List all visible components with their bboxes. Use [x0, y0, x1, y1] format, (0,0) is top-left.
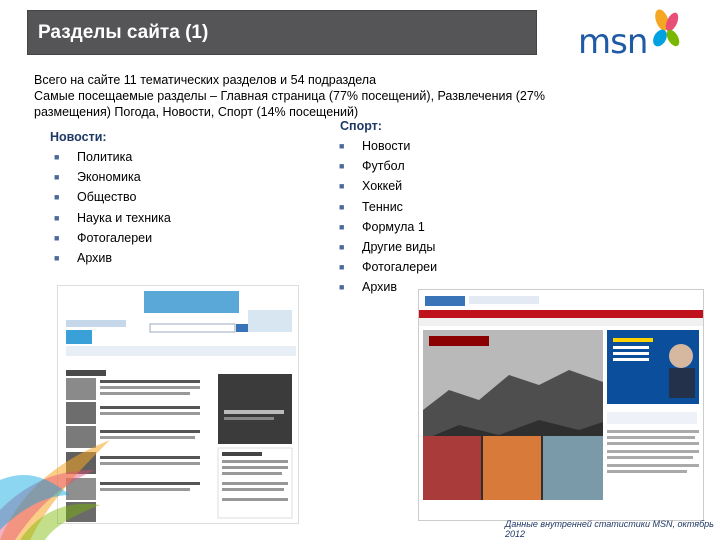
sport-item-label: Другие виды: [362, 239, 436, 254]
bullet-icon: ■: [54, 212, 60, 223]
news-item: ■ Общество: [50, 187, 171, 207]
slide-title: Разделы сайта (1): [38, 22, 209, 43]
sport-item-label: Хоккей: [362, 179, 403, 194]
sport-item: ■ Новости: [335, 136, 437, 156]
sport-item: ■ Фотогалереи: [335, 257, 437, 277]
sport-item: ■ Другие виды: [335, 237, 437, 257]
sport-item-label: Новости: [362, 139, 411, 153]
summary-line-1: Всего на сайте 11 тематических разделов …: [34, 73, 377, 87]
butterfly-icon: [653, 9, 680, 47]
msn-logo-text: msn: [578, 22, 648, 62]
bullet-icon: ■: [54, 232, 60, 243]
sport-page-screenshot: [418, 289, 704, 521]
news-item: ■ Фотогалереи: [50, 228, 171, 248]
news-item: ■ Архив: [50, 248, 171, 268]
msn-logo: msn: [578, 8, 688, 62]
news-item-label: Архив: [77, 250, 113, 265]
bullet-icon: ■: [339, 221, 345, 232]
sport-item: ■ Формула 1: [335, 217, 437, 237]
news-section-list: Новости: ■ Политика ■ Экономика ■ Общество …: [50, 130, 171, 268]
bullet-icon: ■: [54, 252, 60, 263]
sport-item: ■ Теннис: [335, 197, 437, 217]
decorative-swirl: [0, 440, 110, 540]
summary-line-3: размещения) Погода, Новости, Спорт (14% …: [34, 105, 359, 119]
news-heading: Новости:: [50, 130, 107, 144]
bullet-icon: ■: [339, 181, 345, 192]
summary-text: Всего на сайте 11 тематических разделов …: [34, 72, 674, 120]
bullet-icon: ■: [339, 201, 345, 212]
news-item-label: Фотогалереи: [77, 230, 153, 245]
sport-item-label: Архив: [362, 280, 398, 295]
news-item-label: Экономика: [77, 170, 141, 185]
bullet-icon: ■: [339, 262, 345, 273]
source-footnote: Данные внутренней статистики MSN, октябр…: [505, 519, 714, 539]
summary-line-2: Самые посещаемые разделы – Главная стран…: [34, 89, 545, 103]
sport-item-label: Формула 1: [362, 219, 425, 234]
bullet-icon: ■: [54, 192, 60, 203]
bullet-icon: ■: [339, 161, 345, 172]
bullet-icon: ■: [339, 141, 345, 151]
bullet-icon: ■: [54, 172, 60, 183]
news-item-label: Наука и техника: [77, 210, 171, 225]
slide-title-bar: Разделы сайта (1): [27, 10, 537, 55]
sport-heading: Спорт:: [340, 119, 382, 133]
sport-item-label: Фотогалереи: [362, 260, 438, 275]
sport-item-label: Футбол: [362, 159, 405, 174]
sport-item-label: Теннис: [362, 199, 403, 214]
sport-page-thumbnail: [419, 290, 703, 520]
news-item: ■ Политика: [50, 147, 171, 167]
news-item: ■ Наука и техника: [50, 208, 171, 228]
news-item-label: Политика: [77, 150, 133, 164]
sport-item: ■ Футбол: [335, 156, 437, 176]
sport-section-list: Спорт: ■ Новости ■ Футбол ■ Хоккей ■ Теннис …: [335, 119, 437, 298]
bullet-icon: ■: [339, 282, 345, 293]
news-item: ■ Экономика: [50, 167, 171, 187]
news-item-label: Общество: [77, 190, 137, 205]
bullet-icon: ■: [54, 152, 60, 162]
sport-item: ■ Хоккей: [335, 176, 437, 196]
bullet-icon: ■: [339, 241, 345, 252]
